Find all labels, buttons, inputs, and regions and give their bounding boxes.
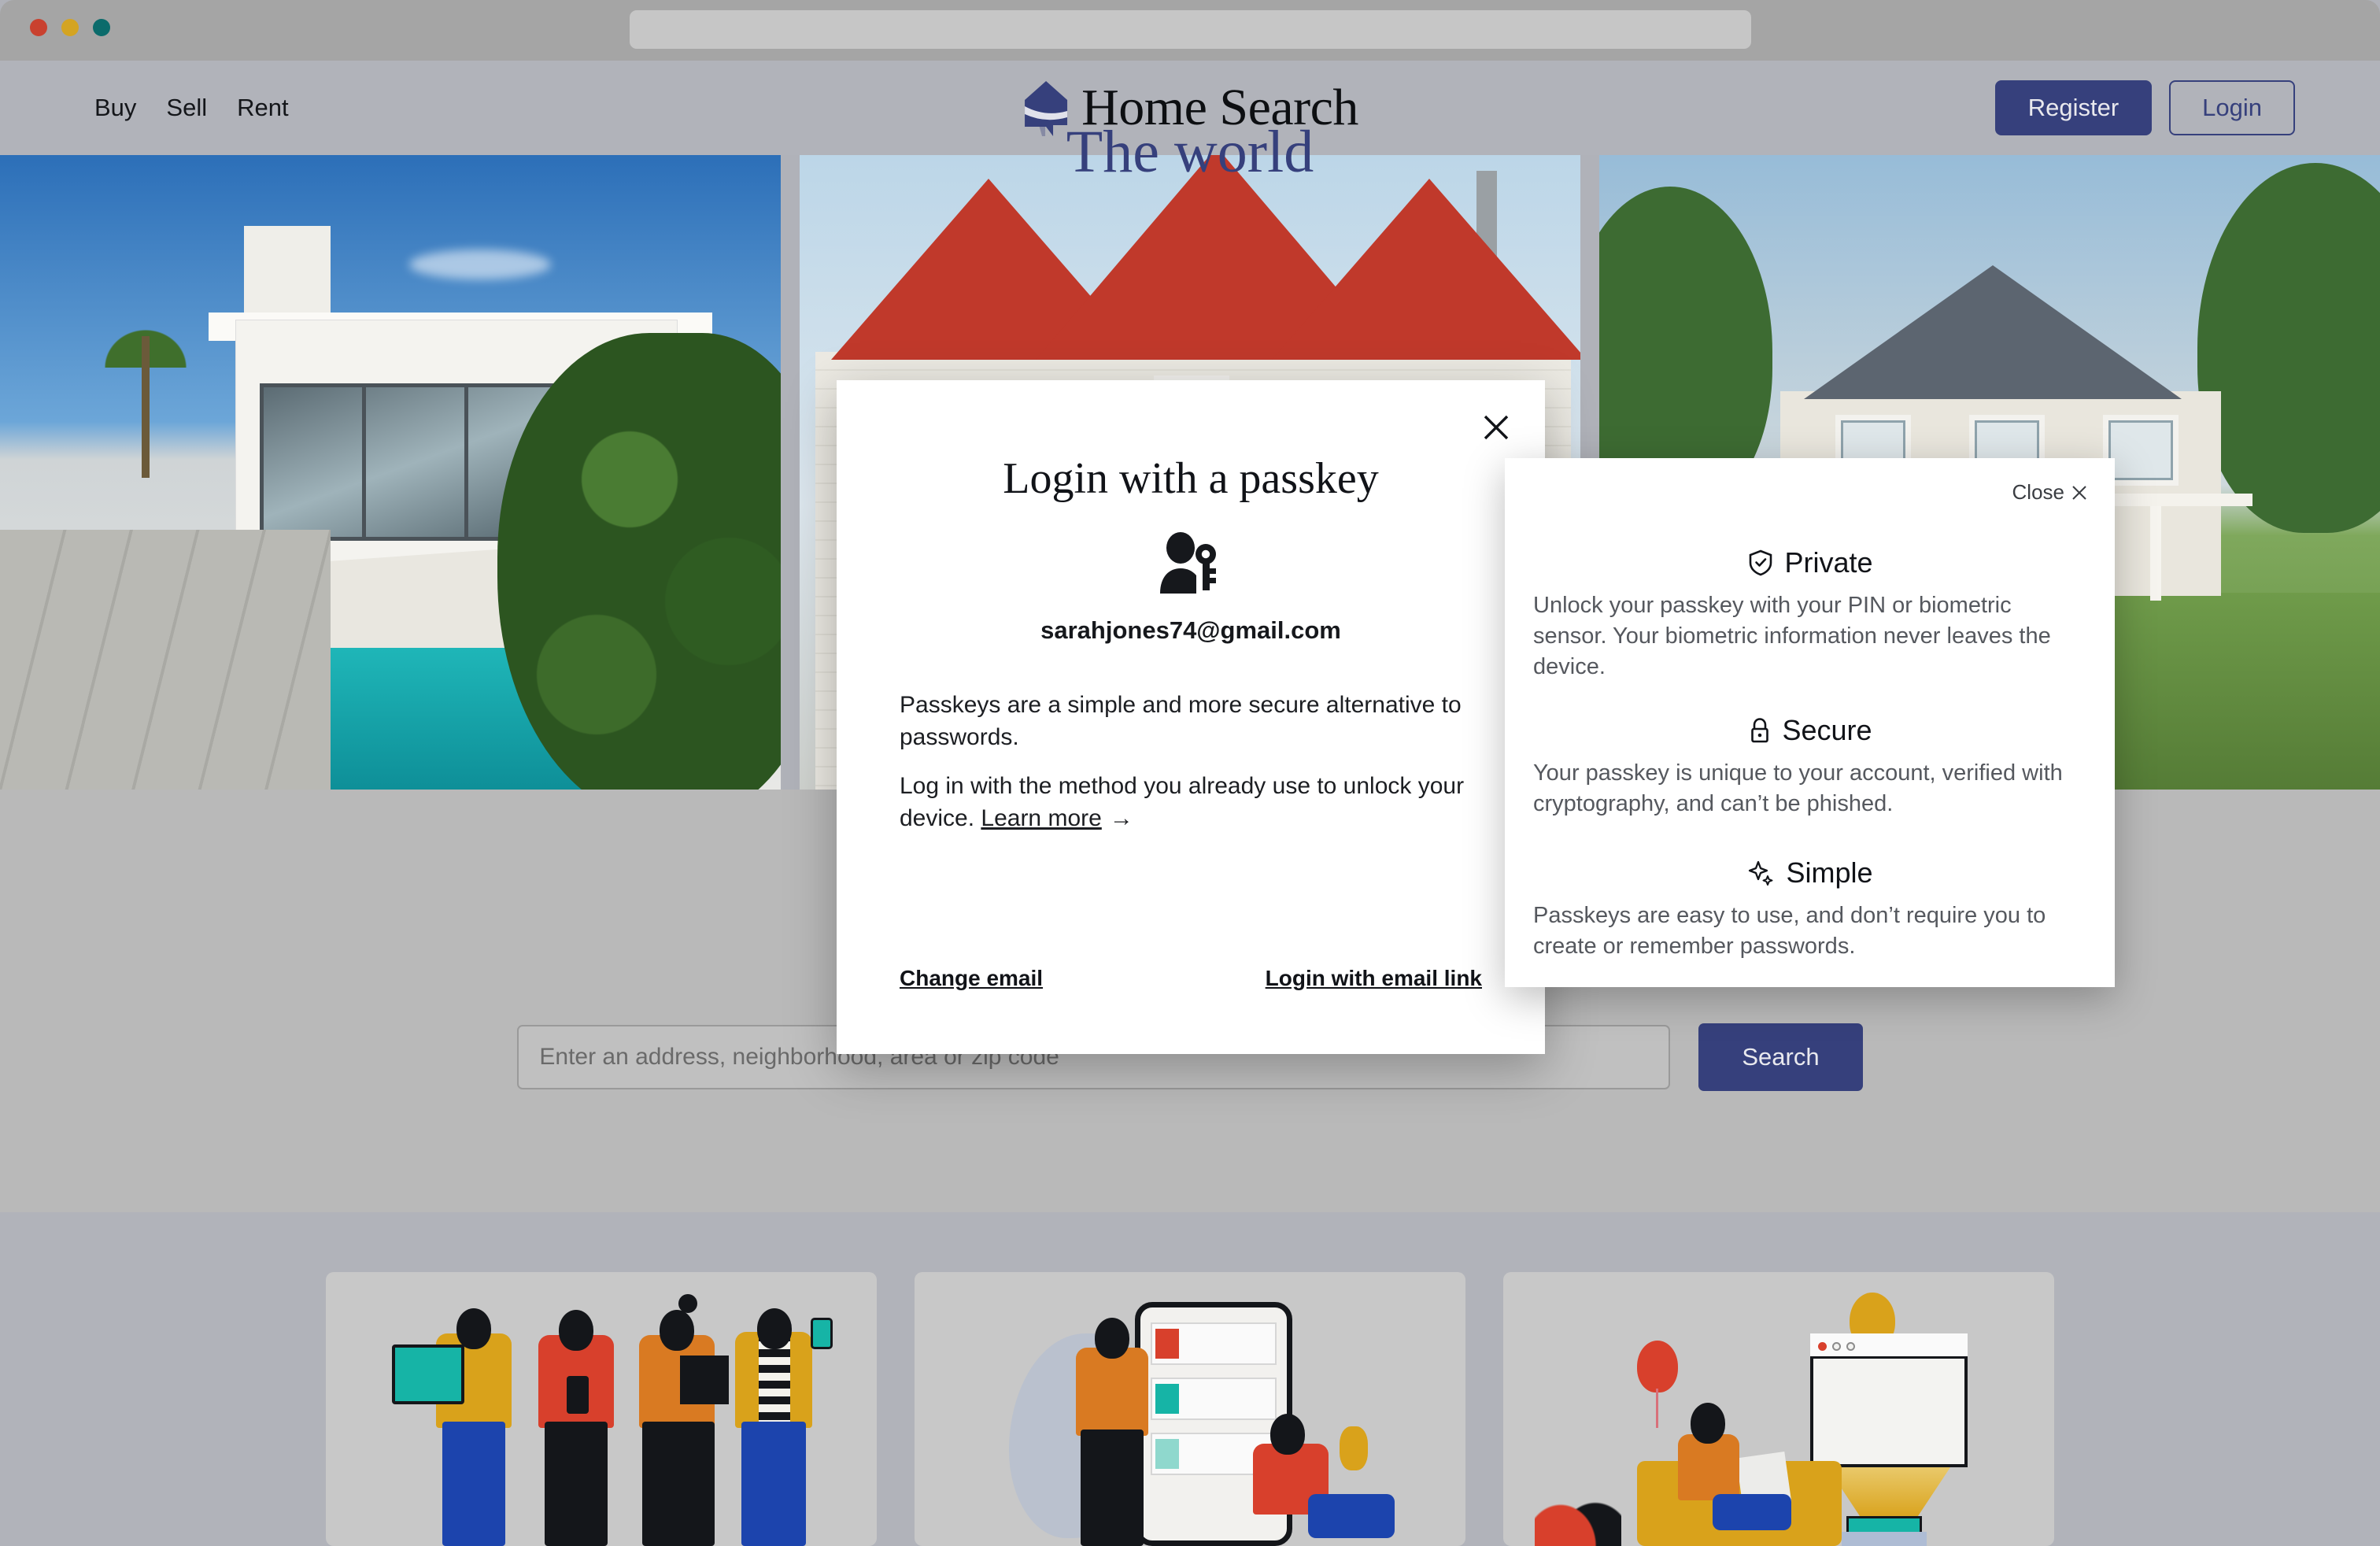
popover-section-private: Private Unlock your passkey with your PI…	[1533, 546, 2088, 682]
modal-title: Login with a passkey	[1003, 454, 1379, 503]
illustration-sofa-balloons	[1503, 1272, 2054, 1546]
shield-check-icon	[1750, 549, 1772, 576]
popover-section-simple-title: Simple	[1786, 856, 1873, 889]
address-bar[interactable]	[630, 10, 1751, 49]
popover-section-secure-header: Secure	[1533, 714, 2088, 747]
learn-more-arrow-icon: →	[1109, 805, 1133, 832]
maximize-window-button[interactable]	[93, 19, 110, 36]
minimize-window-button[interactable]	[61, 19, 79, 36]
lock-icon	[1751, 718, 1769, 743]
passkey-info-popover: Close Private Unlock your passkey with y…	[1505, 458, 2115, 987]
passkey-description-1: Passkeys are a simple and more secure al…	[900, 692, 1462, 751]
page-headline: The world	[1066, 119, 1314, 185]
close-x-icon	[2072, 485, 2086, 500]
modal-footer: Change email Login with email link	[900, 966, 1482, 991]
passkey-description-2: Log in with the method you already use t…	[900, 770, 1474, 835]
change-email-link[interactable]: Change email	[900, 966, 1043, 991]
close-window-button[interactable]	[30, 19, 47, 36]
window-controls	[30, 19, 110, 36]
popover-section-private-header: Private	[1533, 546, 2088, 579]
popover-close-label: Close	[2012, 480, 2064, 504]
feature-card-listings[interactable]	[915, 1272, 1465, 1546]
passkey-login-modal: Login with a passkey sarahjones74@gmail.…	[837, 380, 1545, 1054]
feature-card-community[interactable]	[326, 1272, 877, 1546]
popover-section-private-body: Unlock your passkey with your PIN or bio…	[1533, 593, 2051, 679]
feature-card-celebrate[interactable]	[1503, 1272, 2054, 1546]
hero-copy: The world	[0, 118, 2380, 187]
illustration-phone-listings	[915, 1272, 1465, 1546]
popover-section-simple-header: Simple	[1533, 856, 2088, 890]
learn-more-link[interactable]: Learn more	[981, 805, 1101, 831]
popover-section-secure-body: Your passkey is unique to your account, …	[1533, 760, 2063, 816]
popover-section-secure: Secure Your passkey is unique to your ac…	[1533, 714, 2088, 819]
browser-chrome	[0, 0, 2380, 61]
sparkle-icon	[1749, 860, 1773, 886]
popover-section-simple: Simple Passkeys are easy to use, and don…	[1533, 856, 2088, 962]
illustration-group-of-people	[326, 1272, 877, 1546]
login-with-email-link[interactable]: Login with email link	[1266, 966, 1482, 991]
popover-close-button[interactable]: Close	[2012, 480, 2088, 505]
popover-section-private-title: Private	[1784, 546, 1873, 579]
hero-image-villa	[0, 155, 781, 790]
person-with-key-icon	[1157, 532, 1225, 597]
popover-section-secure-title: Secure	[1782, 714, 1872, 746]
feature-cards-band	[0, 1212, 2380, 1546]
search-button[interactable]: Search	[1698, 1023, 1863, 1091]
account-email: sarahjones74@gmail.com	[1040, 616, 1341, 644]
close-x-icon[interactable]	[1479, 410, 1513, 445]
popover-section-simple-body: Passkeys are easy to use, and don’t requ…	[1533, 903, 2046, 959]
